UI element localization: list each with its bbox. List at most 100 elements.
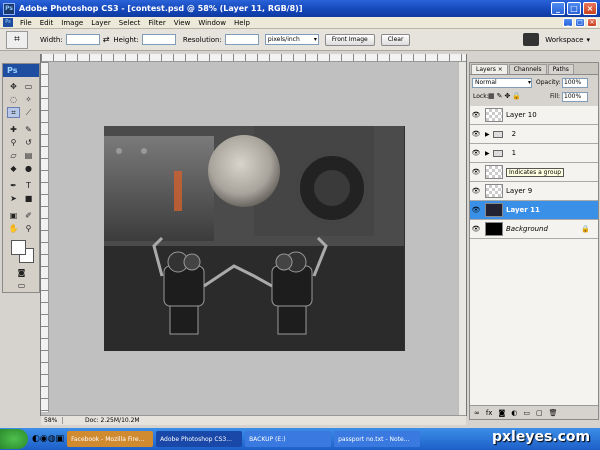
width-label: Width:: [40, 35, 63, 44]
clone-stamp-tool-icon[interactable]: ⚲: [7, 137, 20, 148]
menu-window[interactable]: Window: [194, 19, 230, 27]
foreground-color-swatch[interactable]: [11, 240, 26, 255]
zoom-level[interactable]: 58%: [41, 417, 63, 424]
taskbar-item-backup[interactable]: BACKUP (E:): [245, 431, 332, 447]
magic-wand-tool-icon[interactable]: ✧: [22, 94, 35, 105]
maximize-button[interactable]: □: [567, 2, 581, 15]
notes-tool-icon[interactable]: ▣: [7, 210, 20, 221]
menu-view[interactable]: View: [170, 19, 195, 27]
adjustment-icon[interactable]: ◐: [511, 409, 517, 417]
quicklaunch-icons[interactable]: ◐◉◍▣: [32, 434, 64, 444]
shape-tool-icon[interactable]: ■: [22, 193, 35, 204]
menu-image[interactable]: Image: [57, 19, 87, 27]
move-tool-icon[interactable]: ✥: [7, 81, 20, 92]
layer-group-row[interactable]: 👁 ▶ 1: [470, 144, 598, 163]
lasso-tool-icon[interactable]: ◌: [7, 94, 20, 105]
quick-mask-icon[interactable]: ◙: [15, 267, 28, 278]
eraser-tool-icon[interactable]: ▱: [7, 150, 20, 161]
type-tool-icon[interactable]: T: [22, 180, 35, 191]
eye-icon[interactable]: 👁: [470, 149, 482, 157]
menu-file[interactable]: File: [16, 19, 36, 27]
pen-tool-icon[interactable]: ✒: [7, 180, 20, 191]
menu-edit[interactable]: Edit: [36, 19, 58, 27]
eye-icon[interactable]: 👁: [470, 130, 482, 138]
close-button[interactable]: ×: [583, 2, 597, 15]
taskbar-item-notepad[interactable]: passport no.txt - Note...: [334, 431, 421, 447]
expand-arrow-icon[interactable]: ▶: [485, 131, 490, 138]
tab-paths[interactable]: Paths: [547, 64, 574, 74]
new-layer-icon[interactable]: ▢: [536, 409, 543, 417]
layer-thumbnail: [485, 203, 503, 217]
image-canvas[interactable]: [104, 126, 405, 351]
eye-icon[interactable]: 👁: [470, 168, 482, 176]
layer-row[interactable]: 👁 Background 🔒: [470, 220, 598, 239]
opacity-input[interactable]: 100%: [562, 78, 588, 88]
eye-icon[interactable]: 👁: [470, 225, 482, 233]
clear-button[interactable]: Clear: [380, 33, 411, 46]
layer-row-selected[interactable]: 👁 Layer 11: [470, 201, 598, 220]
fx-icon[interactable]: fx: [486, 409, 493, 417]
zoom-tool-icon[interactable]: ⚲: [22, 223, 35, 234]
crop-icon[interactable]: ⌗: [6, 30, 28, 49]
lock-icon: 🔒: [581, 225, 590, 233]
height-input[interactable]: [141, 34, 176, 45]
eye-icon[interactable]: 👁: [470, 206, 482, 214]
new-group-icon[interactable]: ▭: [523, 409, 530, 417]
dodge-tool-icon[interactable]: ●: [22, 163, 35, 174]
taskbar-item-photoshop[interactable]: Adobe Photoshop CS3...: [156, 431, 243, 447]
menu-layer[interactable]: Layer: [87, 19, 115, 27]
ps-menu-icon[interactable]: Ps: [3, 18, 13, 27]
units-select[interactable]: pixels/inch ▾: [264, 34, 319, 45]
swap-icon[interactable]: ⇄: [103, 35, 110, 44]
menu-filter[interactable]: Filter: [144, 19, 169, 27]
blend-mode-select[interactable]: Normal ▾: [472, 78, 532, 88]
doc-restore-button[interactable]: □: [575, 18, 585, 27]
height-label: Height:: [113, 35, 139, 44]
taskbar-item-firefox[interactable]: Facebook - Mozilla Fire...: [67, 431, 154, 447]
gradient-tool-icon[interactable]: ▤: [22, 150, 35, 161]
lock-icons[interactable]: ▦✎✥🔒: [488, 92, 523, 100]
tab-channels[interactable]: Channels: [508, 64, 547, 74]
slice-tool-icon[interactable]: ⟋: [22, 107, 35, 118]
layer-name: Layer 9: [506, 187, 533, 195]
blur-tool-icon[interactable]: ◆: [7, 163, 20, 174]
doc-close-button[interactable]: ×: [587, 18, 597, 27]
screen-mode-icon[interactable]: ▭: [15, 280, 28, 291]
eye-icon[interactable]: 👁: [470, 187, 482, 195]
front-image-button[interactable]: Front Image: [324, 33, 375, 46]
layer-group-row[interactable]: 👁 ▶ 2: [470, 125, 598, 144]
hand-tool-icon[interactable]: ✋: [7, 223, 20, 234]
tab-layers[interactable]: Layers ×: [471, 64, 508, 74]
workspace-label[interactable]: Workspace: [545, 36, 583, 44]
doc-minimize-button[interactable]: _: [563, 18, 573, 27]
crop-tool-icon[interactable]: ⌗: [7, 107, 20, 118]
layer-name: Layer 10: [506, 111, 537, 119]
artwork: [104, 126, 405, 351]
mask-icon[interactable]: ◙: [498, 409, 505, 417]
layer-row[interactable]: 👁 Layer 10: [470, 106, 598, 125]
workspace-icon[interactable]: [523, 33, 540, 46]
fill-input[interactable]: 100%: [562, 92, 588, 102]
menu-help[interactable]: Help: [230, 19, 254, 27]
eye-icon[interactable]: 👁: [470, 111, 482, 119]
brush-tool-icon[interactable]: ✎: [22, 124, 35, 135]
expand-arrow-icon[interactable]: ▶: [485, 150, 490, 157]
history-brush-tool-icon[interactable]: ↺: [22, 137, 35, 148]
path-selection-tool-icon[interactable]: ➤: [7, 193, 20, 204]
healing-brush-tool-icon[interactable]: ✚: [7, 124, 20, 135]
minimize-button[interactable]: _: [551, 2, 565, 15]
layer-row[interactable]: 👁 Layer 9: [470, 182, 598, 201]
width-input[interactable]: [65, 34, 100, 45]
toolbox-logo: Ps: [3, 64, 39, 77]
vertical-ruler: [41, 62, 49, 412]
trash-icon[interactable]: 🗑: [549, 409, 558, 417]
eyedropper-tool-icon[interactable]: ✐: [22, 210, 35, 221]
vertical-scrollbar[interactable]: [458, 62, 466, 415]
resolution-input[interactable]: [224, 34, 259, 45]
layers-empty-area: [470, 239, 598, 405]
marquee-tool-icon[interactable]: ▭: [22, 81, 35, 92]
link-icon[interactable]: ∞: [474, 409, 480, 417]
menu-select[interactable]: Select: [115, 19, 145, 27]
start-button[interactable]: [0, 429, 28, 449]
layer-row[interactable]: 👁 Indicates a group: [470, 163, 598, 182]
